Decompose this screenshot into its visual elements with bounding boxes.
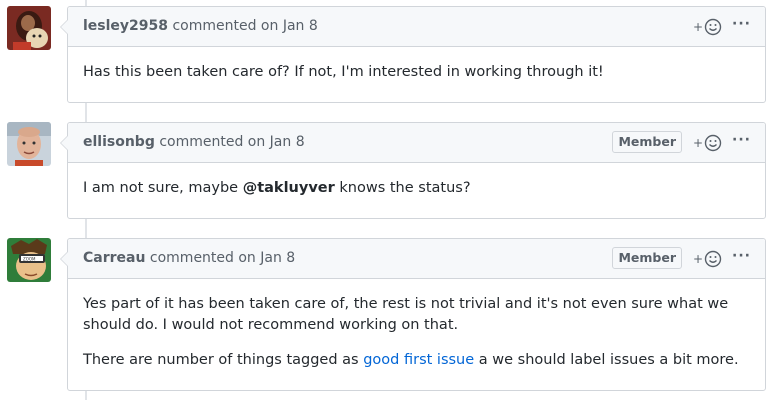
comment-box: ellisonbg commented on Jan 8 Member + ··…: [60, 122, 766, 219]
comment-meta: lesley2958 commented on Jan 8: [83, 18, 318, 34]
member-badge: Member: [612, 131, 682, 153]
more-options-icon[interactable]: ···: [732, 16, 751, 32]
avatar-ellisonbg[interactable]: [7, 122, 51, 166]
comment-date[interactable]: Jan 8: [270, 134, 305, 150]
comment-text: Has this been taken care of? If not, I'm…: [83, 64, 604, 80]
comment-header: ellisonbg commented on Jan 8 Member + ··…: [68, 123, 765, 163]
add-reaction-icon[interactable]: +: [693, 249, 725, 269]
svg-text:+: +: [693, 136, 703, 150]
avatar-lesley2958[interactable]: [7, 6, 51, 50]
comment-body: Yes part of it has been taken care of, t…: [68, 279, 765, 387]
add-reaction-icon[interactable]: +: [693, 17, 725, 37]
comment-meta: Carreau commented on Jan 8: [83, 250, 295, 266]
more-options-icon[interactable]: ···: [732, 132, 751, 148]
comment-box: lesley2958 commented on Jan 8 + ··· Has …: [60, 6, 766, 103]
comment-text-part: There are number of things tagged as: [83, 352, 364, 368]
author-link[interactable]: Carreau: [83, 250, 145, 266]
more-options-icon[interactable]: ···: [732, 248, 751, 264]
svg-text:ZOOM: ZOOM: [23, 257, 36, 262]
comment-action: commented on: [149, 250, 256, 266]
comment-text-part: knows the status?: [334, 180, 471, 196]
comment-text: I am not sure, maybe @takluyver knows th…: [83, 178, 750, 199]
comment-body: I am not sure, maybe @takluyver knows th…: [68, 163, 765, 215]
author-link[interactable]: ellisonbg: [83, 134, 155, 150]
avatar-carreau[interactable]: ZOOM: [7, 238, 51, 282]
comment-action: commented on: [172, 18, 279, 34]
comment-date[interactable]: Jan 8: [283, 18, 318, 34]
label-link[interactable]: good first issue: [363, 352, 474, 368]
user-mention[interactable]: @takluyver: [243, 180, 335, 196]
comment-box: Carreau commented on Jan 8 Member + ··· …: [60, 238, 766, 391]
comment-meta: ellisonbg commented on Jan 8: [83, 134, 305, 150]
add-reaction-icon[interactable]: +: [693, 133, 725, 153]
svg-text:+: +: [693, 252, 703, 266]
member-badge: Member: [612, 247, 682, 269]
comment-text-part: a we should label issues a bit more.: [474, 352, 739, 368]
comment-paragraph-1: Yes part of it has been taken care of, t…: [83, 296, 729, 333]
comment-header: lesley2958 commented on Jan 8 + ···: [68, 7, 765, 47]
comment-header: Carreau commented on Jan 8 Member + ···: [68, 239, 765, 279]
comment-date[interactable]: Jan 8: [260, 250, 295, 266]
comment-action: commented on: [159, 134, 266, 150]
author-link[interactable]: lesley2958: [83, 18, 168, 34]
comment-body: Has this been taken care of? If not, I'm…: [68, 47, 765, 99]
svg-text:+: +: [693, 20, 703, 34]
comment-text-part: I am not sure, maybe: [83, 180, 243, 196]
comment-paragraph-2: There are number of things tagged as goo…: [83, 350, 750, 371]
